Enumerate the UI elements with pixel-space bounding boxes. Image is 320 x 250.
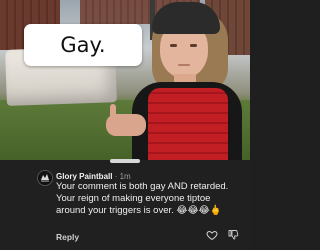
speech-caption: Gay. (24, 24, 142, 66)
comment-text: Your comment is both gay AND retarded. Y… (56, 181, 229, 216)
person-eye (170, 44, 177, 47)
pointing-finger (110, 104, 116, 120)
caption-text: Gay. (60, 33, 106, 57)
person-eye (190, 44, 197, 47)
glory-paintball-logo-icon (38, 171, 52, 185)
thumbs-down-icon[interactable] (227, 229, 239, 241)
reply-button[interactable]: Reply (56, 232, 79, 242)
person-mouth (178, 64, 190, 66)
header-separator: · (114, 172, 118, 181)
avatar[interactable] (37, 170, 53, 186)
red-vest (148, 88, 228, 160)
heart-icon[interactable] (206, 229, 218, 241)
comment-author[interactable]: Glory Paintball (56, 172, 112, 181)
comment-timestamp: 1m (119, 172, 131, 181)
paintball-helmet (152, 2, 220, 34)
drag-handle[interactable] (110, 159, 140, 163)
